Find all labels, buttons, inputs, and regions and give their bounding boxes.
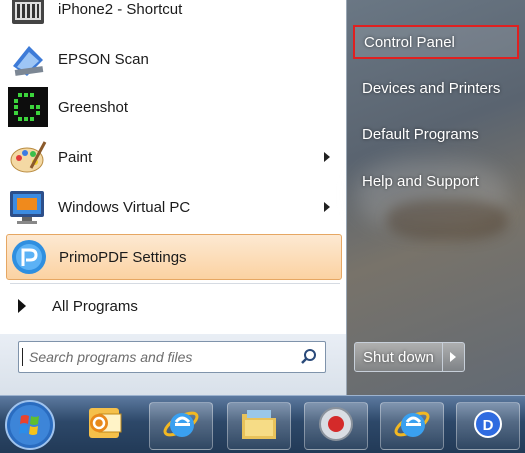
programs-pane: iPhone2 - Shortcut EPSON Scan Greenshot … xyxy=(0,0,347,395)
background-decoration xyxy=(387,200,507,240)
submenu-arrow-icon xyxy=(324,152,330,162)
internet-explorer-icon xyxy=(392,404,432,449)
help-and-support-link[interactable]: Help and Support xyxy=(353,164,519,198)
program-label: PrimoPDF Settings xyxy=(59,248,187,266)
devices-and-printers-label: Devices and Printers xyxy=(362,79,501,97)
help-and-support-label: Help and Support xyxy=(362,172,479,190)
program-item-greenshot[interactable]: Greenshot xyxy=(6,84,342,130)
taskbar-record-app[interactable] xyxy=(304,402,368,450)
all-programs-button[interactable]: All Programs xyxy=(6,286,342,326)
program-label: Windows Virtual PC xyxy=(58,198,191,216)
taskbar-file-explorer[interactable] xyxy=(227,402,291,450)
outlook-icon xyxy=(85,404,125,447)
shutdown-options-button[interactable] xyxy=(442,342,465,372)
shutdown-button[interactable]: Shut down xyxy=(354,342,443,372)
program-item-windows-virtual-pc[interactable]: Windows Virtual PC xyxy=(6,184,342,230)
program-label: Paint xyxy=(58,148,93,166)
control-panel-link[interactable]: Control Panel xyxy=(353,25,519,59)
submenu-arrow-icon xyxy=(324,202,330,212)
places-pane: Control Panel Devices and Printers Defau… xyxy=(347,0,525,395)
control-panel-label: Control Panel xyxy=(364,33,455,51)
iphone-shortcut-icon xyxy=(8,0,48,29)
devices-and-printers-link[interactable]: Devices and Printers xyxy=(353,71,519,105)
search-icon[interactable] xyxy=(297,345,321,369)
search-input[interactable]: Search programs and files xyxy=(18,341,326,373)
greenshot-icon xyxy=(8,87,48,127)
taskbar-d-app[interactable]: D xyxy=(456,402,520,450)
program-item-epson-scan[interactable]: EPSON Scan xyxy=(6,36,342,82)
d-app-icon: D xyxy=(470,406,506,447)
program-item-paint[interactable]: Paint xyxy=(6,134,342,180)
program-label: EPSON Scan xyxy=(58,50,149,68)
default-programs-label: Default Programs xyxy=(362,125,479,143)
chevron-right-icon xyxy=(450,352,457,362)
program-item-primopdf-settings[interactable]: PrimoPDF Settings xyxy=(6,234,342,280)
taskbar: D xyxy=(0,395,525,453)
svg-text:D: D xyxy=(483,417,494,434)
program-item-iphone2[interactable]: iPhone2 - Shortcut xyxy=(6,0,342,32)
expand-arrow-icon xyxy=(18,299,26,313)
start-orb[interactable] xyxy=(4,399,56,451)
all-programs-label: All Programs xyxy=(52,297,138,315)
separator xyxy=(10,283,340,284)
shutdown-label: Shut down xyxy=(363,348,434,366)
default-programs-link[interactable]: Default Programs xyxy=(353,117,519,151)
scanner-icon xyxy=(8,39,48,79)
search-placeholder: Search programs and files xyxy=(22,348,297,366)
program-label: Greenshot xyxy=(58,98,129,116)
paint-palette-icon xyxy=(8,137,48,177)
shutdown-group: Shut down xyxy=(354,342,465,372)
file-explorer-icon xyxy=(239,406,279,447)
primopdf-icon xyxy=(9,237,49,277)
search-area: Search programs and files xyxy=(0,334,346,395)
program-label: iPhone2 - Shortcut xyxy=(58,0,183,18)
taskbar-internet-explorer-2[interactable] xyxy=(380,402,444,450)
taskbar-outlook[interactable] xyxy=(74,402,136,448)
taskbar-internet-explorer[interactable] xyxy=(149,402,213,450)
virtual-pc-icon xyxy=(8,187,48,227)
internet-explorer-icon xyxy=(161,404,201,449)
media-record-icon xyxy=(317,405,355,448)
